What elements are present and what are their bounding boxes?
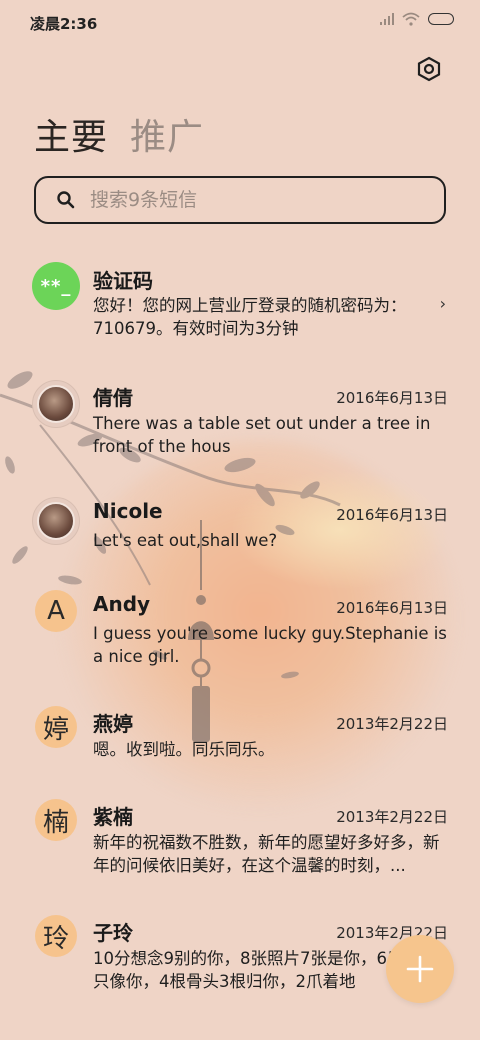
chevron-right-icon: › [439,294,446,313]
avatar-photo [37,502,75,540]
status-time: 凌晨2:36 [30,15,98,33]
wifi-icon [402,12,420,26]
avatar-photo [37,385,75,423]
message-preview: 新年的祝福数不胜数，新年的愿望好多好多，新年的问候依旧美好，在这个温馨的时刻，.… [93,833,440,875]
message-date: 2016年6月13日 [336,506,448,524]
message-item[interactable]: Nicole 2016年6月13日 Let's eat out,shall we… [0,497,480,567]
avatar: 婷 [35,706,77,748]
avatar: 楠 [35,799,77,841]
message-preview: I guess you're some lucky guy.Stephanie … [93,624,447,666]
message-item[interactable]: **_ 验证码 您好！您的网上营业厅登录的随机密码为：710679。有效时间为3… [0,262,480,352]
sender-name: 验证码 [93,269,153,293]
sender-name: Nicole [93,499,163,523]
message-item[interactable]: 倩倩 2016年6月13日 There was a table set out … [0,380,480,470]
settings-icon[interactable] [416,56,442,82]
message-preview: 嗯。收到啦。同乐同乐。 [93,740,275,759]
sender-name: 倩倩 [93,386,133,410]
tab-promotions[interactable]: 推广 [130,108,204,160]
message-preview: 您好！您的网上营业厅登录的随机密码为：710679。有效时间为3分钟 [93,296,407,338]
avatar: A [35,590,77,632]
search-icon [57,191,75,209]
search-bar[interactable] [34,176,446,224]
category-tabs: 主要 推广 [34,108,204,160]
signal-icon [380,13,394,25]
avatar: 玲 [35,915,77,957]
avatar [32,497,80,545]
sender-name: 紫楠 [93,805,133,829]
avatar: **_ [32,262,80,310]
tab-primary[interactable]: 主要 [34,108,108,160]
message-date: 2013年2月22日 [336,715,448,733]
message-date: 2016年6月13日 [336,389,448,407]
status-bar: 凌晨2:36 [0,0,480,44]
message-date: 2013年2月22日 [336,808,448,826]
avatar [32,380,80,428]
battery-icon [428,13,454,25]
compose-button[interactable] [386,935,454,1003]
sender-name: 子玲 [93,921,133,945]
message-item[interactable]: A Andy 2016年6月13日 I guess you're some lu… [0,590,480,680]
message-preview: There was a table set out under a tree i… [93,414,431,456]
sender-name: 燕婷 [93,712,133,736]
message-date: 2016年6月13日 [336,599,448,617]
search-input[interactable] [88,188,412,212]
status-icons [380,12,454,26]
message-item[interactable]: 婷 燕婷 2013年2月22日 嗯。收到啦。同乐同乐。 [0,706,480,776]
plus-icon [406,955,434,983]
message-preview: Let's eat out,shall we? [93,531,278,550]
message-item[interactable]: 楠 紫楠 2013年2月22日 新年的祝福数不胜数，新年的愿望好多好多，新年的问… [0,799,480,889]
sender-name: Andy [93,592,151,616]
